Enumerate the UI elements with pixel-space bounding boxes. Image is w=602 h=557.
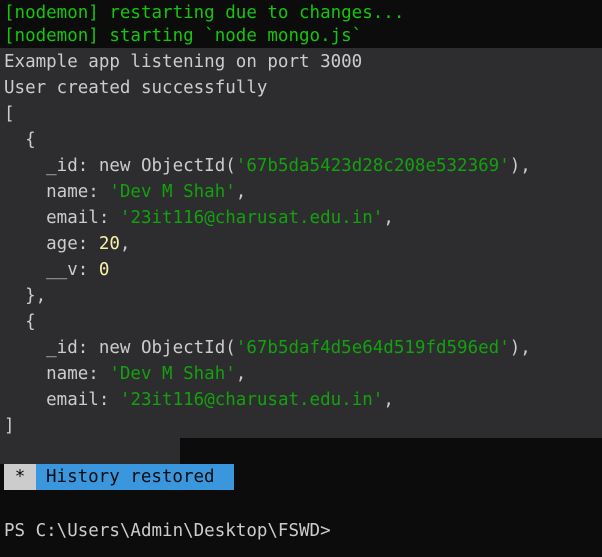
doc1-email-key: email: <box>4 208 120 228</box>
listening-line: Example app listening on port 3000 <box>4 52 363 72</box>
doc1-v-line: __v: 0 <box>4 257 109 283</box>
doc2-email-value: '23it116@charusat.edu.in' <box>119 390 384 410</box>
doc1-name-line: name: 'Dev M Shah', <box>4 182 247 202</box>
array-open-bracket: [ <box>4 104 15 124</box>
doc1-close-brace: }, <box>4 286 47 306</box>
doc2-name-key: name: <box>4 364 110 384</box>
doc1-name-value: 'Dev M Shah' <box>109 182 236 202</box>
doc1-name-key: name: <box>4 182 110 202</box>
history-restored-badge: History restored <box>36 464 234 490</box>
doc2-name-line: name: 'Dev M Shah', <box>4 364 247 384</box>
doc1-email-line: email: '23it116@charusat.edu.in', <box>4 208 394 228</box>
nodemon-start-line: [nodemon] starting `node mongo.js` <box>4 26 363 46</box>
history-star-badge: * <box>4 464 36 490</box>
doc2-id-value: '67b5daf4d5e64d519fd596ed' <box>235 338 510 358</box>
doc1-age-key: age: <box>4 234 99 254</box>
doc2-email-line: email: '23it116@charusat.edu.in', <box>4 390 394 410</box>
doc1-id-value: '67b5da5423d28c208e532369' <box>235 156 510 176</box>
doc2-email-key: email: <box>4 390 120 410</box>
user-created-line: User created successfully <box>4 78 268 98</box>
terminal-window[interactable]: [nodemon] restarting due to changes... [… <box>0 0 602 557</box>
doc2-open-brace: { <box>4 312 36 332</box>
doc1-id-key: _id: new ObjectId( <box>4 156 236 176</box>
doc2-id-line: _id: new ObjectId('67b5daf4d5e64d519fd59… <box>4 335 531 361</box>
array-close-bracket: ] <box>4 416 15 436</box>
doc2-id-end: ), <box>509 338 531 358</box>
powershell-prompt[interactable]: PS C:\Users\Admin\Desktop\FSWD> <box>4 518 331 544</box>
restored-history-highlight-tail <box>0 438 180 464</box>
doc1-v-key: __v: <box>4 260 99 280</box>
doc1-id-end: ), <box>509 156 531 176</box>
doc1-age-value: 20 <box>98 234 120 254</box>
doc1-id-line: _id: new ObjectId('67b5da5423d28c208e532… <box>4 153 531 179</box>
doc2-id-key: _id: new ObjectId( <box>4 338 236 358</box>
doc1-v-value: 0 <box>98 260 110 280</box>
doc2-name-value: 'Dev M Shah' <box>109 364 236 384</box>
doc1-open-brace: { <box>4 130 36 150</box>
doc1-email-value: '23it116@charusat.edu.in' <box>119 208 384 228</box>
doc1-age-line: age: 20, <box>4 234 131 254</box>
